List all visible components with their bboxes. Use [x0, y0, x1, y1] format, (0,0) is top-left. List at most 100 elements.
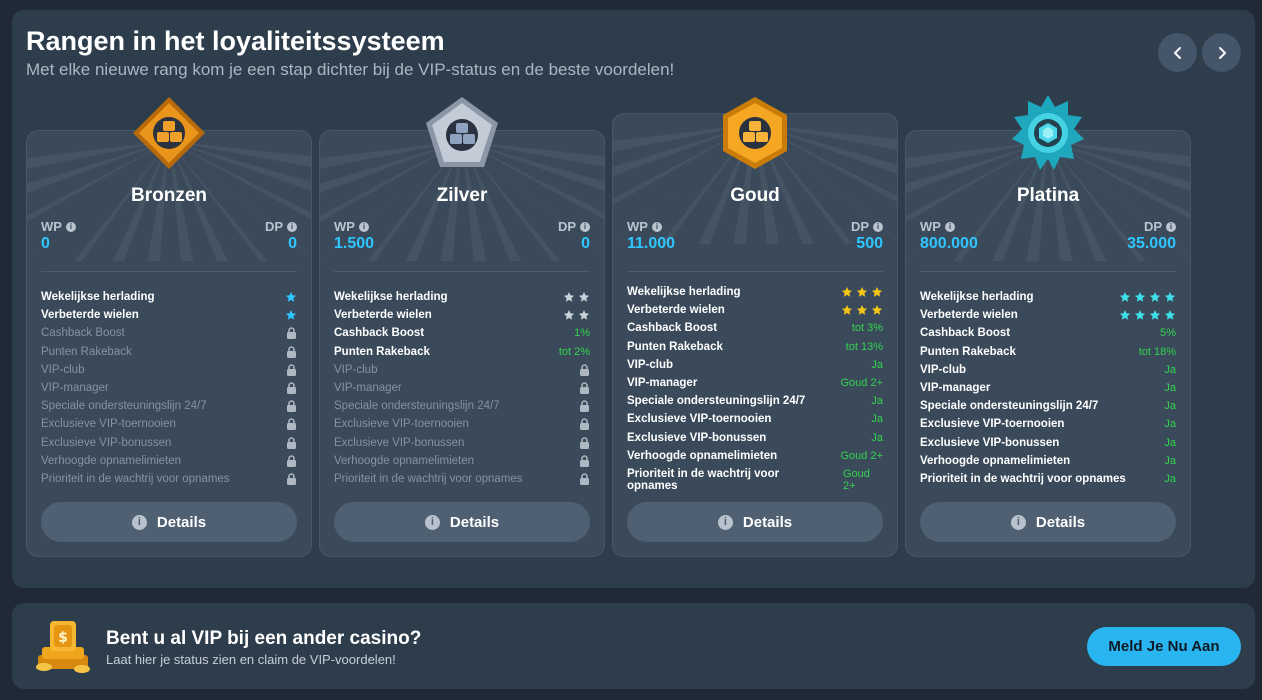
feature-row: Verhoogde opnamelimieten	[334, 455, 590, 473]
info-icon[interactable]: i	[1166, 221, 1176, 232]
feature-row: Wekelijkse herlading	[627, 286, 883, 304]
feature-value: Ja	[1164, 418, 1176, 431]
feature-row: Wekelijkse herlading	[41, 291, 297, 309]
feature-name: Cashback Boost	[334, 327, 425, 340]
feature-row: Exclusieve VIP-bonussen	[334, 437, 590, 455]
wp-value: 800.000	[920, 235, 978, 252]
feature-value: Ja	[1164, 381, 1176, 394]
dp-value: 500	[856, 235, 883, 252]
feature-name: VIP-manager	[627, 376, 698, 389]
feature-value: Goud 2+	[840, 376, 883, 389]
feature-name: Wekelijkse herlading	[920, 291, 1034, 303]
lock-icon	[287, 473, 296, 485]
info-icon[interactable]: i	[287, 221, 297, 232]
page-subtitle: Met elke nieuwe rang kom je een stap dic…	[26, 60, 675, 79]
info-icon[interactable]: i	[873, 221, 883, 232]
feature-row: Verbeterde wielen	[41, 309, 297, 327]
feature-name: Speciale ondersteuningslijn 24/7	[41, 400, 207, 413]
feature-row: Prioriteit in de wachtrij voor opnames	[41, 473, 297, 491]
dp-label: DP i	[265, 219, 297, 234]
details-label: Details	[1035, 513, 1086, 531]
feature-row: Exclusieve VIP-toernooien	[41, 418, 297, 436]
info-icon: i	[1010, 514, 1026, 530]
feature-row: Prioriteit in de wachtrij voor opnames Ja	[920, 473, 1176, 491]
info-icon[interactable]: i	[580, 221, 590, 232]
feature-row: Verhoogde opnamelimieten Goud 2+	[627, 450, 883, 468]
feature-row: Verbeterde wielen	[627, 304, 883, 322]
page-title: Rangen in het loyaliteitssysteem	[26, 26, 445, 56]
wp-label: WP i	[920, 219, 955, 234]
wp-label: WP i	[334, 219, 369, 234]
feature-locked	[579, 436, 590, 452]
feature-locked	[286, 327, 297, 342]
feature-row: Exclusieve VIP-bonussen Ja	[627, 432, 883, 450]
feature-row: Cashback Boost 5%	[920, 327, 1176, 345]
star-icon	[1149, 292, 1161, 302]
feature-row: Speciale ondersteuningslijn 24/7 Ja	[920, 400, 1176, 418]
feature-name: Verbeterde wielen	[41, 309, 139, 322]
lock-icon	[287, 454, 296, 467]
lock-icon	[287, 345, 296, 358]
feature-value: Goud 2+	[843, 467, 870, 492]
feature-name: Speciale ondersteuningslijn 24/7	[334, 400, 500, 413]
feature-row: VIP-club	[334, 364, 590, 382]
feature-name: Prioriteit in de wachtrij voor opnames	[920, 472, 1126, 485]
rank-name: Bronzen	[131, 185, 207, 206]
dp-label: DP i	[1144, 219, 1176, 234]
feature-locked	[286, 400, 297, 415]
lock-icon	[580, 364, 589, 376]
feature-name: Prioriteit in de wachtrij voor opnames	[627, 467, 780, 492]
feature-list: Wekelijkse herlading Verbeterde wielen Cas…	[627, 286, 883, 494]
feature-name: VIP-club	[920, 363, 967, 376]
info-icon[interactable]: i	[65, 221, 76, 232]
feature-row: Verhoogde opnamelimieten	[41, 455, 297, 473]
feature-row: Speciale ondersteuningslijn 24/7	[41, 400, 297, 418]
feature-name: Cashback Boost	[41, 327, 125, 340]
feature-value: Ja	[871, 431, 883, 444]
feature-locked	[286, 382, 297, 397]
details-button[interactable]: i Details	[334, 502, 590, 542]
carousel-next-button[interactable]	[1202, 33, 1241, 72]
details-button[interactable]: i Details	[920, 502, 1176, 542]
lock-icon	[580, 400, 589, 413]
wp-value: 1.500	[334, 235, 375, 252]
feature-value: Ja	[1164, 400, 1176, 413]
feature-row: VIP-club Ja	[627, 359, 883, 377]
feature-locked	[286, 345, 297, 361]
feature-locked	[579, 454, 590, 470]
feature-value: Ja	[871, 395, 883, 408]
feature-name: VIP-manager	[41, 381, 109, 394]
info-icon[interactable]: i	[944, 221, 955, 232]
feature-value: 5%	[1160, 327, 1176, 340]
feature-locked	[286, 473, 297, 488]
feature-name: Punten Rakeback	[920, 345, 1016, 358]
feature-row: Cashback Boost tot 3%	[627, 322, 883, 340]
dp-value: 0	[288, 235, 297, 252]
details-button[interactable]: i Details	[627, 502, 883, 542]
rank-badge-platina-icon	[1010, 95, 1086, 171]
details-button[interactable]: i Details	[41, 502, 297, 542]
info-icon[interactable]: i	[651, 221, 662, 232]
star-icon	[563, 292, 575, 302]
feature-row: Punten Rakeback tot 2%	[334, 346, 590, 364]
feature-locked	[286, 436, 297, 452]
feature-locked	[579, 473, 590, 488]
feature-name: Verhoogde opnamelimieten	[334, 454, 475, 467]
star-icon	[1164, 310, 1176, 320]
info-icon[interactable]: i	[358, 221, 369, 232]
star-icon	[1134, 310, 1146, 320]
feature-name: VIP-club	[41, 363, 85, 376]
feature-locked	[579, 382, 590, 397]
feature-value: Ja	[1164, 454, 1176, 467]
carousel-prev-button[interactable]	[1158, 33, 1197, 72]
chevron-left-icon	[1173, 46, 1181, 59]
feature-stars	[841, 286, 883, 298]
rank-badge-goud-icon	[717, 95, 793, 171]
register-now-button[interactable]: Meld Je Nu Aan	[1087, 627, 1241, 666]
feature-locked	[579, 364, 590, 379]
star-icon	[563, 310, 575, 320]
wp-label: WP i	[627, 219, 662, 234]
lock-icon	[287, 382, 296, 394]
feature-name: Exclusieve VIP-bonussen	[627, 431, 767, 444]
promo-title: Bent u al VIP bij een ander casino?	[106, 628, 422, 649]
